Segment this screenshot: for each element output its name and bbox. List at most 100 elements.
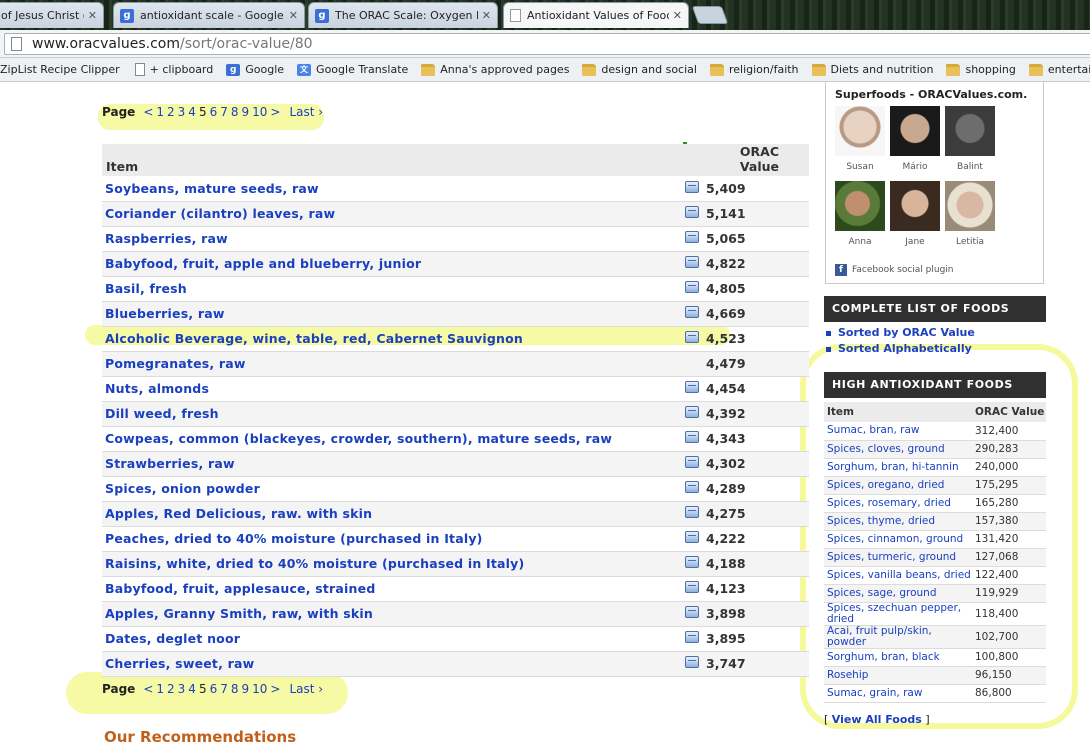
side-table-row[interactable]: Spices, sage, ground 119,929 bbox=[824, 584, 1046, 603]
pager-last[interactable]: Last › bbox=[289, 105, 323, 119]
tab-antioxidant-values[interactable]: Antioxidant Values of Foods ✕ bbox=[503, 2, 689, 28]
table-row[interactable]: Apples, Red Delicious, raw. with skin 4,2… bbox=[102, 501, 809, 527]
pager-page-7[interactable]: 7 bbox=[220, 105, 228, 119]
bookmark-clipboard[interactable]: + clipboard bbox=[134, 63, 213, 76]
view-all-link[interactable]: View All Foods bbox=[832, 713, 922, 726]
pager-last[interactable]: Last › bbox=[289, 682, 323, 696]
pager-page-10[interactable]: 10 bbox=[252, 682, 267, 696]
avatar[interactable] bbox=[835, 106, 885, 156]
table-row[interactable]: Alcoholic Beverage, wine, table, red, Ca… bbox=[102, 326, 809, 352]
nutrition-chart-icon[interactable] bbox=[685, 656, 699, 668]
nutrition-chart-icon[interactable] bbox=[685, 531, 699, 543]
pager-page-6[interactable]: 6 bbox=[210, 105, 218, 119]
pager-page-3[interactable]: 3 bbox=[178, 682, 186, 696]
food-link[interactable]: Strawberries, raw bbox=[102, 451, 680, 477]
pager-page-8[interactable]: 8 bbox=[231, 105, 239, 119]
avatar-name[interactable]: Jane bbox=[890, 237, 940, 247]
table-row[interactable]: Raspberries, raw 5,065 bbox=[102, 226, 809, 252]
close-icon[interactable]: ✕ bbox=[88, 9, 97, 22]
column-header-item[interactable]: Item bbox=[102, 144, 704, 176]
avatar-name[interactable]: Letitia bbox=[945, 237, 995, 247]
food-link[interactable]: Raisins, white, dried to 40% moisture (p… bbox=[102, 551, 680, 577]
table-row[interactable]: Cowpeas, common (blackeyes, crowder, sou… bbox=[102, 426, 809, 452]
food-link[interactable]: Nuts, almonds bbox=[102, 376, 680, 402]
view-all-foods[interactable]: [ View All Foods ] bbox=[824, 713, 930, 726]
avatar[interactable] bbox=[890, 106, 940, 156]
side-food-link[interactable]: Spices, szechuan pepper, dried bbox=[824, 602, 972, 626]
table-row[interactable]: Strawberries, raw 4,302 bbox=[102, 451, 809, 477]
pager-page-9[interactable]: 9 bbox=[242, 105, 250, 119]
tab-google-search[interactable]: g antioxidant scale - Google S ✕ bbox=[113, 2, 305, 28]
side-food-link[interactable]: Spices, cinnamon, ground bbox=[824, 530, 972, 549]
food-link[interactable]: Soybeans, mature seeds, raw bbox=[102, 176, 680, 202]
side-table-row[interactable]: Sumac, grain, raw 86,800 bbox=[824, 684, 1046, 703]
facebook-footer[interactable]: f Facebook social plugin bbox=[835, 264, 954, 276]
table-row[interactable]: Nuts, almonds 4,454 bbox=[102, 376, 809, 402]
side-food-link[interactable]: Sorghum, bran, hi-tannin bbox=[824, 458, 972, 477]
food-link[interactable]: Spices, onion powder bbox=[102, 476, 680, 502]
side-food-link[interactable]: Spices, sage, ground bbox=[824, 584, 972, 603]
pager-next[interactable]: > bbox=[270, 682, 280, 696]
table-row[interactable]: Dill weed, fresh 4,392 bbox=[102, 401, 809, 427]
nutrition-chart-icon[interactable] bbox=[685, 306, 699, 318]
food-link[interactable]: Peaches, dried to 40% moisture (purchase… bbox=[102, 526, 680, 552]
food-link[interactable]: Pomegranates, raw bbox=[102, 351, 680, 377]
food-link[interactable]: Coriander (cilantro) leaves, raw bbox=[102, 201, 680, 227]
table-row[interactable]: Soybeans, mature seeds, raw 5,409 bbox=[102, 176, 809, 202]
food-link[interactable]: Babyfood, fruit, apple and blueberry, ju… bbox=[102, 251, 680, 277]
avatar[interactable] bbox=[945, 106, 995, 156]
food-link[interactable]: Cherries, sweet, raw bbox=[102, 651, 680, 677]
side-table-row[interactable]: Spices, oregano, dried 175,295 bbox=[824, 476, 1046, 495]
close-icon[interactable]: ✕ bbox=[289, 9, 298, 22]
avatar-name[interactable]: Balint bbox=[945, 162, 995, 172]
pager-prev[interactable]: < bbox=[143, 105, 153, 119]
side-table-row[interactable]: Spices, turmeric, ground 127,068 bbox=[824, 548, 1046, 567]
nutrition-chart-icon[interactable] bbox=[685, 506, 699, 518]
link-sorted-by-orac[interactable]: Sorted by ORAC Value bbox=[826, 326, 975, 339]
table-row[interactable]: Basil, fresh 4,805 bbox=[102, 276, 809, 302]
food-link[interactable]: Cowpeas, common (blackeyes, crowder, sou… bbox=[102, 426, 680, 452]
nutrition-chart-icon[interactable] bbox=[685, 206, 699, 218]
side-food-link[interactable]: Spices, turmeric, ground bbox=[824, 548, 972, 567]
food-link[interactable]: Basil, fresh bbox=[102, 276, 680, 302]
bookmark-annas-approved[interactable]: Anna's approved pages bbox=[421, 63, 569, 76]
side-table-row[interactable]: Sumac, bran, raw 312,400 bbox=[824, 422, 1046, 441]
side-table-row[interactable]: Spices, vanilla beans, dried 122,400 bbox=[824, 566, 1046, 585]
pager-page-1[interactable]: 1 bbox=[156, 682, 164, 696]
side-food-link[interactable]: Rosehip bbox=[824, 666, 972, 685]
food-link[interactable]: Raspberries, raw bbox=[102, 226, 680, 252]
table-row[interactable]: Blueberries, raw 4,669 bbox=[102, 301, 809, 327]
pager-page-1[interactable]: 1 bbox=[156, 105, 164, 119]
pager-page-8[interactable]: 8 bbox=[231, 682, 239, 696]
side-table-row[interactable]: Rosehip 96,150 bbox=[824, 666, 1046, 685]
pager-page-9[interactable]: 9 bbox=[242, 682, 250, 696]
side-food-link[interactable]: Sorghum, bran, black bbox=[824, 648, 972, 667]
food-link[interactable]: Alcoholic Beverage, wine, table, red, Ca… bbox=[102, 326, 680, 352]
side-food-link[interactable]: Acai, fruit pulp/skin, powder bbox=[824, 625, 972, 649]
new-tab-button[interactable] bbox=[691, 6, 729, 24]
bookmark-diets-nutrition[interactable]: Diets and nutrition bbox=[811, 63, 933, 76]
pager-next[interactable]: > bbox=[270, 105, 280, 119]
side-food-link[interactable]: Spices, rosemary, dried bbox=[824, 494, 972, 513]
pager-page-4[interactable]: 4 bbox=[188, 105, 196, 119]
bookmark-religion-faith[interactable]: religion/faith bbox=[709, 63, 799, 76]
side-food-link[interactable]: Spices, vanilla beans, dried bbox=[824, 566, 972, 585]
food-link[interactable]: Apples, Red Delicious, raw. with skin bbox=[102, 501, 680, 527]
bookmark-design-social[interactable]: design and social bbox=[582, 63, 697, 76]
pager-page-2[interactable]: 2 bbox=[167, 682, 175, 696]
side-table-row[interactable]: Spices, cinnamon, ground 131,420 bbox=[824, 530, 1046, 549]
table-row[interactable]: Coriander (cilantro) leaves, raw 5,141 bbox=[102, 201, 809, 227]
food-link[interactable]: Dill weed, fresh bbox=[102, 401, 680, 427]
food-link[interactable]: Dates, deglet noor bbox=[102, 626, 680, 652]
side-table-row[interactable]: Sorghum, bran, hi-tannin 240,000 bbox=[824, 458, 1046, 477]
close-icon[interactable]: ✕ bbox=[673, 9, 682, 22]
table-row[interactable]: Spices, onion powder 4,289 bbox=[102, 476, 809, 502]
avatar[interactable] bbox=[835, 181, 885, 231]
side-food-link[interactable]: Spices, oregano, dried bbox=[824, 476, 972, 495]
tab-jesus-christ[interactable]: of Jesus Christ o ✕ bbox=[0, 2, 104, 28]
nutrition-chart-icon[interactable] bbox=[685, 456, 699, 468]
nutrition-chart-icon[interactable] bbox=[685, 281, 699, 293]
nutrition-chart-icon[interactable] bbox=[685, 331, 699, 343]
link-sorted-alphabetically[interactable]: Sorted Alphabetically bbox=[826, 342, 975, 355]
food-link[interactable]: Babyfood, fruit, applesauce, strained bbox=[102, 576, 680, 602]
